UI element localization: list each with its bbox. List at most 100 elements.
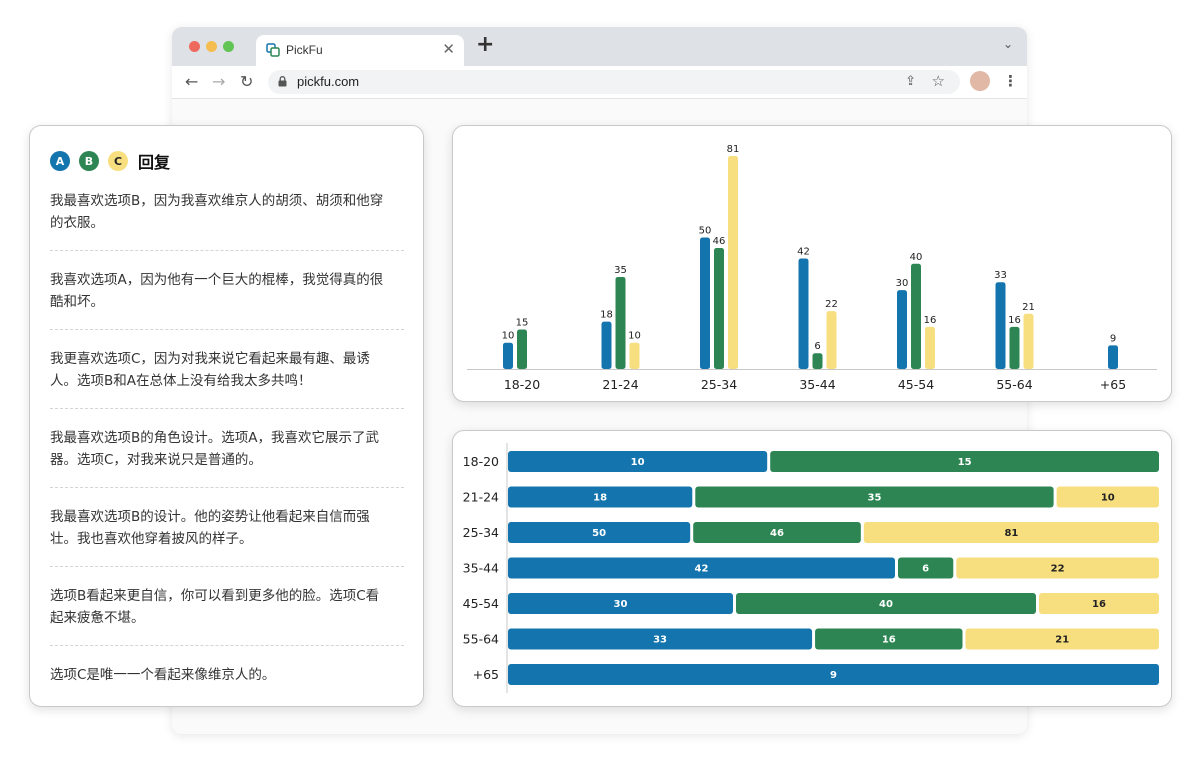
option-a-badge: A <box>50 151 70 171</box>
bar-c <box>629 342 640 369</box>
x-tick-label: 21-24 <box>602 377 638 392</box>
response-line: 我更喜欢选项C，因为对我来说它看起来最有趣、最诱 <box>50 351 370 367</box>
response-item: 我喜欢选项A，因为他有一个巨大的棍棒，我觉得真的很 酷和坏。 <box>50 269 404 313</box>
response-divider <box>50 487 404 488</box>
bar-b <box>517 329 527 369</box>
bar-value-label: 42 <box>797 247 810 258</box>
grouped-bar-chart: 101518-2018351021-2450468125-344262235-4… <box>467 144 1157 392</box>
forward-arrow-icon[interactable]: → <box>212 72 225 91</box>
response-line: 壮。我也喜欢他穿着披风的样子。 <box>50 531 253 547</box>
bar-value-label: 35 <box>614 265 627 276</box>
y-tick-label: 45-54 <box>463 596 499 611</box>
bar-value-label: 33 <box>994 270 1007 281</box>
bar-a <box>798 258 809 369</box>
bar-a <box>995 282 1006 369</box>
browser-toolbar: ← → ↻ pickfu.com ⇪ ☆ ⋮ <box>172 66 1027 99</box>
y-tick-label: 35-44 <box>463 561 499 576</box>
bar-value-label: 6 <box>814 341 820 352</box>
bar-c <box>1023 313 1034 369</box>
bar-a <box>700 237 710 369</box>
bar-value-label: 40 <box>910 252 923 263</box>
segment-value-label: 16 <box>1092 599 1106 610</box>
bar-b <box>911 263 921 369</box>
segment-value-label: 42 <box>695 564 709 575</box>
profile-avatar[interactable] <box>970 71 990 91</box>
segment-value-label: 10 <box>631 457 645 468</box>
response-line: 选项B看起来更自信，你可以看到更多他的脸。选项C看 <box>50 588 380 604</box>
x-tick-label: 35-44 <box>799 377 835 392</box>
option-c-badge: C <box>108 151 128 171</box>
response-item: 我最喜欢选项B的角色设计。选项A，我喜欢它展示了武 器。选项C，对我来说只是普通… <box>50 427 404 471</box>
bar-value-label: 16 <box>924 315 937 326</box>
chevron-down-icon[interactable]: ⌄ <box>1003 37 1013 51</box>
bar-c <box>826 311 837 369</box>
y-tick-label: +65 <box>473 667 499 682</box>
bar-value-label: 30 <box>896 278 909 289</box>
more-menu-icon[interactable]: ⋮ <box>1003 72 1018 90</box>
segment-value-label: 9 <box>830 670 837 681</box>
response-line: 我最喜欢选项B的角色设计。选项A，我喜欢它展示了武 <box>50 430 379 446</box>
lock-icon <box>278 76 287 87</box>
url-text: pickfu.com <box>297 74 360 89</box>
bar-c <box>925 326 935 369</box>
y-tick-label: 25-34 <box>463 525 499 540</box>
tab-strip: PickFu ✕ + ⌄ <box>172 27 1027 66</box>
bar-value-label: 10 <box>502 331 515 342</box>
response-line: 起来疲惫不堪。 <box>50 610 145 626</box>
bar-b <box>1009 326 1020 369</box>
x-tick-label: 25-34 <box>701 377 737 392</box>
x-tick-label: +65 <box>1100 377 1126 392</box>
bar-value-label: 18 <box>600 310 613 321</box>
x-tick-label: 18-20 <box>504 377 540 392</box>
segment-value-label: 50 <box>592 528 606 539</box>
bar-value-label: 16 <box>1008 315 1021 326</box>
response-divider <box>50 645 404 646</box>
response-divider <box>50 566 404 567</box>
bar-a <box>601 321 612 369</box>
bar-value-label: 15 <box>516 318 529 329</box>
bar-a <box>503 342 513 369</box>
y-tick-label: 18-20 <box>463 454 499 469</box>
segment-value-label: 33 <box>653 635 667 646</box>
close-tab-icon[interactable]: ✕ <box>442 40 455 58</box>
response-line: 我喜欢选项A，因为他有一个巨大的棍棒，我觉得真的很 <box>50 272 384 288</box>
bar-b <box>714 248 724 369</box>
response-divider <box>50 250 404 251</box>
bar-value-label: 21 <box>1022 302 1035 313</box>
response-line: 的衣服。 <box>50 215 104 231</box>
close-window-button[interactable] <box>189 41 200 52</box>
segment-value-label: 6 <box>922 564 929 575</box>
segment-value-label: 30 <box>614 599 628 610</box>
bar-value-label: 22 <box>825 299 838 310</box>
response-item: 我最喜欢选项B，因为我喜欢维京人的胡须、胡须和他穿 的衣服。 <box>50 190 404 234</box>
tab-title: PickFu <box>286 43 323 57</box>
new-tab-icon[interactable]: + <box>476 32 494 57</box>
stacked-bar-chart-card: 18-20 10 15 21-24 18 35 10 25-34 50 46 81 35-44 42 6 2… <box>452 430 1172 707</box>
responses-card: A B C 回复 我最喜欢选项B，因为我喜欢维京人的胡须、胡须和他穿 的衣服。 … <box>29 125 424 707</box>
segment-value-label: 16 <box>882 635 896 646</box>
segment-value-label: 10 <box>1101 493 1115 504</box>
share-icon[interactable]: ⇪ <box>905 74 916 89</box>
x-tick-label: 55-64 <box>996 377 1032 392</box>
reload-icon[interactable]: ↻ <box>240 72 253 91</box>
responses-title: 回复 <box>138 153 171 172</box>
x-tick-label: 45-54 <box>898 377 934 392</box>
browser-tab[interactable]: PickFu ✕ <box>256 35 464 66</box>
option-b-badge: B <box>79 151 99 171</box>
bar-c <box>728 155 738 369</box>
minimize-window-button[interactable] <box>206 41 217 52</box>
response-line: 我最喜欢选项B的设计。他的姿势让他看起来自信而强 <box>50 509 370 525</box>
response-line: 器。选项C，对我来说只是普通的。 <box>50 452 262 468</box>
maximize-window-button[interactable] <box>223 41 234 52</box>
back-arrow-icon[interactable]: ← <box>185 72 198 91</box>
response-item: 选项B看起来更自信，你可以看到更多他的脸。选项C看 起来疲惫不堪。 <box>50 585 404 629</box>
address-bar[interactable]: pickfu.com ⇪ ☆ <box>268 70 960 94</box>
segment-value-label: 21 <box>1055 635 1069 646</box>
response-item: 我最喜欢选项B的设计。他的姿势让他看起来自信而强 壮。我也喜欢他穿着披风的样子。 <box>50 506 404 550</box>
response-line: 我最喜欢选项B，因为我喜欢维京人的胡须、胡须和他穿 <box>50 193 384 209</box>
bar-value-label: 10 <box>628 331 641 342</box>
response-line: 选项C是唯一一个看起来像维京人的。 <box>50 667 276 683</box>
bookmark-star-icon[interactable]: ☆ <box>932 72 945 90</box>
responses-header: A B C 回复 <box>50 150 170 172</box>
segment-value-label: 35 <box>867 493 881 504</box>
